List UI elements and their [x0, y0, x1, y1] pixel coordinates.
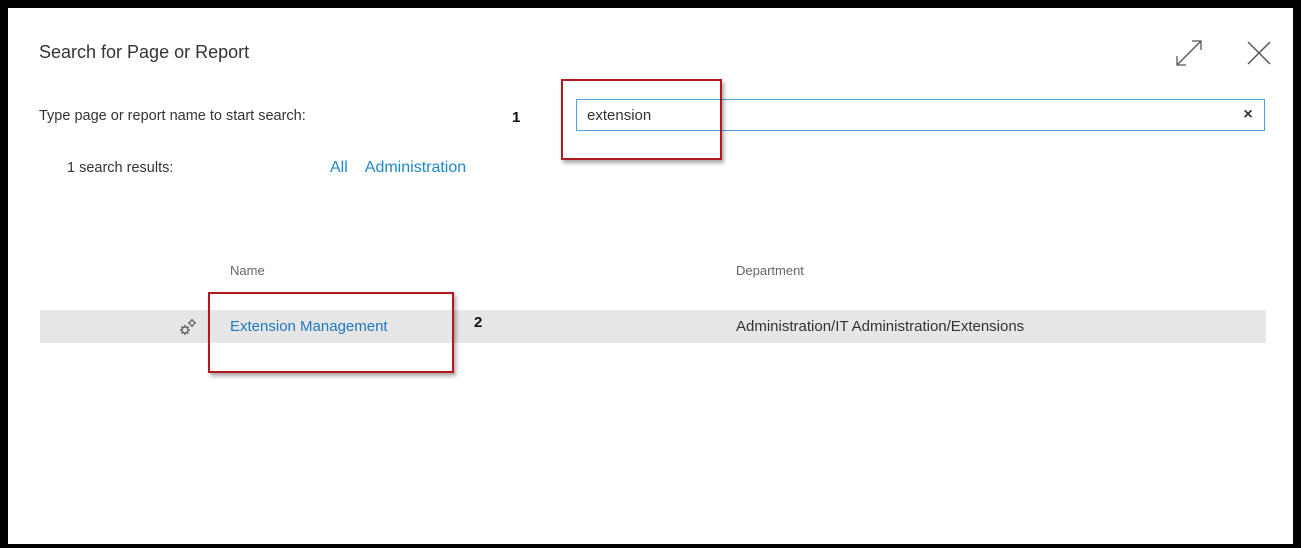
- clear-search-button[interactable]: ×: [1238, 105, 1258, 125]
- results-count: 1 search results:: [67, 160, 174, 176]
- close-icon[interactable]: [1242, 36, 1276, 70]
- search-input[interactable]: [587, 100, 1227, 130]
- gears-icon: [180, 319, 196, 335]
- annotation-step-2: 2: [474, 314, 483, 331]
- result-department: Administration/IT Administration/Extensi…: [736, 318, 1025, 335]
- filter-all[interactable]: All: [330, 159, 348, 177]
- dialog-title: Search for Page or Report: [39, 42, 250, 62]
- filter-administration[interactable]: Administration: [365, 159, 466, 177]
- column-header-department[interactable]: Department: [736, 263, 804, 278]
- column-header-name[interactable]: Name: [230, 263, 265, 278]
- category-filters: All Administration: [330, 159, 466, 177]
- search-dialog: Search for Page or Report Type page or r…: [8, 8, 1293, 544]
- annotation-step-1: 1: [512, 109, 521, 126]
- table-row[interactable]: Extension Management Administration/IT A…: [40, 310, 1266, 343]
- search-box[interactable]: ×: [576, 99, 1265, 131]
- expand-icon[interactable]: [1172, 36, 1206, 70]
- search-prompt-label: Type page or report name to start search…: [39, 108, 306, 124]
- result-name-link[interactable]: Extension Management: [230, 318, 388, 335]
